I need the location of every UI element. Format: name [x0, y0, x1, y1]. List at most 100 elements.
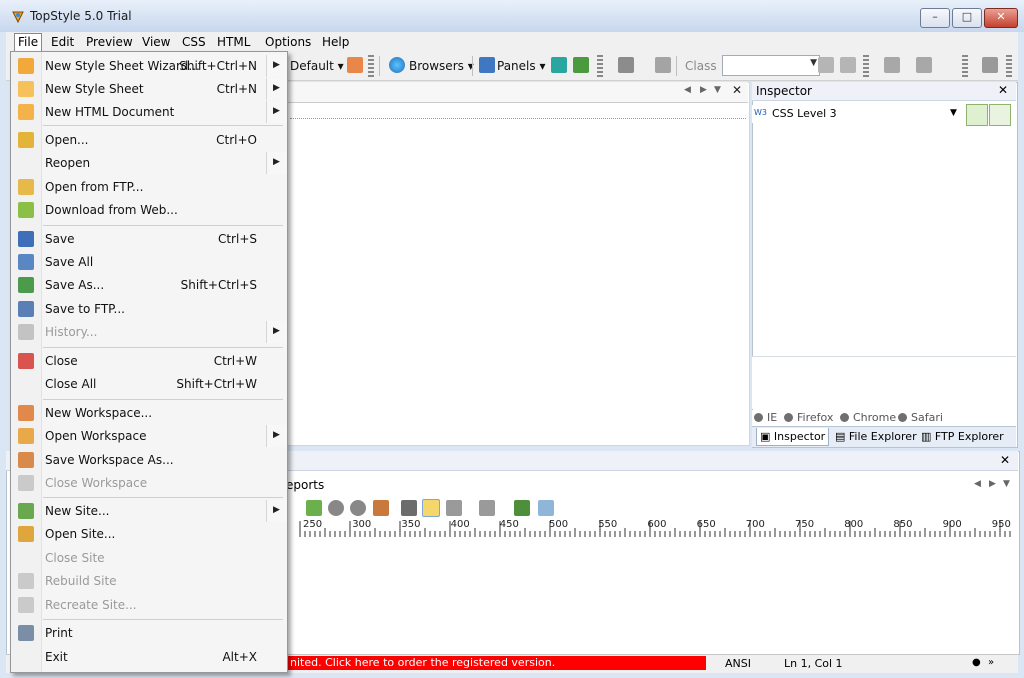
bug-icon[interactable] — [373, 500, 389, 516]
menu-item-reopen[interactable]: Reopen ▶ — [11, 152, 287, 174]
menu-separator — [43, 619, 283, 620]
menu-help[interactable]: Help — [319, 34, 352, 51]
ftp-save-icon — [18, 301, 34, 317]
submenu-arrow[interactable]: ▶ — [266, 321, 287, 343]
layout-icon[interactable] — [347, 57, 363, 73]
preview-toggle-icon[interactable] — [573, 57, 589, 73]
menu-preview[interactable]: Preview — [83, 34, 136, 51]
tab-list-icon[interactable]: ▼ — [1003, 479, 1010, 489]
form-icon[interactable] — [916, 57, 932, 73]
menu-item-new-style-sheet[interactable]: New Style Sheet Ctrl+N ▶ — [11, 78, 287, 100]
menu-item-rebuild-site[interactable]: Rebuild Site — [11, 570, 287, 592]
submenu-arrow[interactable]: ▶ — [266, 101, 287, 123]
menu-item-close-workspace[interactable]: Close Workspace — [11, 472, 287, 494]
menu-item-exit[interactable]: Exit Alt+X — [11, 646, 287, 668]
tab-scroll-right-icon[interactable]: ▶ — [989, 479, 996, 489]
brackets-icon[interactable] — [655, 57, 671, 73]
tab-file-explorer[interactable]: ▤ File Explorer — [832, 428, 920, 445]
menu-item-open-site[interactable]: Open Site... — [11, 523, 287, 545]
menu-edit[interactable]: Edit — [48, 34, 77, 51]
ruler-label: 800 — [844, 519, 864, 530]
status-more-icon[interactable]: » — [988, 657, 994, 668]
check-button[interactable] — [989, 104, 1011, 126]
menu-item-open-from-ftp[interactable]: Open from FTP... — [11, 176, 287, 198]
submenu-arrow[interactable]: ▶ — [266, 500, 287, 522]
menu-item-close-all[interactable]: Close All Shift+Ctrl+W — [11, 373, 287, 395]
menu-item-close[interactable]: Close Ctrl+W — [11, 350, 287, 372]
play-icon[interactable] — [350, 500, 366, 516]
panels-dropdown[interactable]: Panels ▾ — [497, 59, 545, 73]
view-toggle-icon[interactable] — [551, 57, 567, 73]
validate-button[interactable] — [966, 104, 988, 126]
crosshair-icon[interactable] — [422, 499, 440, 517]
menu-options[interactable]: Options — [262, 34, 314, 51]
menu-view[interactable]: View — [139, 34, 173, 51]
tab-scroll-right-icon[interactable]: ▶ — [700, 85, 707, 95]
toolbar-grip[interactable] — [962, 55, 968, 77]
submenu-arrow[interactable]: ▶ — [266, 78, 287, 100]
menu-item-open[interactable]: Open... Ctrl+O — [11, 129, 287, 151]
export-icon[interactable] — [538, 500, 554, 516]
tab-ftp-explorer[interactable]: ▥ FTP Explorer — [918, 428, 1007, 445]
close-inspector-icon[interactable]: ✕ — [998, 83, 1008, 97]
remove-class-icon[interactable] — [840, 57, 856, 73]
editor-ruler-line — [290, 118, 746, 119]
close-editor-icon[interactable]: ✕ — [732, 83, 742, 97]
sort-icon[interactable] — [479, 500, 495, 516]
bottom-tab-bar: eports ◀ ▶ ▼ — [286, 473, 1016, 495]
browsers-dropdown[interactable]: Browsers ▾ — [409, 59, 474, 73]
menu-item-save-to-ftp[interactable]: Save to FTP... — [11, 298, 287, 320]
menu-html[interactable]: HTML — [214, 34, 253, 51]
preview-icon[interactable] — [514, 500, 530, 516]
class-combo[interactable]: ▼ — [722, 55, 820, 76]
menu-item-new-workspace[interactable]: New Workspace... — [11, 402, 287, 424]
editor-pane[interactable] — [286, 82, 750, 446]
apply-class-icon[interactable] — [818, 57, 834, 73]
menu-file[interactable]: File — [14, 33, 43, 51]
toolbar-grip[interactable] — [368, 55, 374, 77]
submenu-arrow[interactable]: ▶ — [266, 152, 287, 174]
menu-item-download-from-web[interactable]: Download from Web... — [11, 199, 287, 221]
close-window-button[interactable]: ✕ — [984, 8, 1018, 28]
menu-item-close-site[interactable]: Close Site — [11, 547, 287, 569]
menu-separator — [43, 347, 283, 348]
menu-item-label: Rebuild Site — [45, 574, 117, 588]
tab-file-explorer-label: File Explorer — [848, 430, 917, 443]
toolbar-grip[interactable] — [1006, 55, 1012, 77]
add-icon[interactable] — [306, 500, 322, 516]
menu-item-open-workspace[interactable]: Open Workspace ▶ — [11, 425, 287, 447]
menu-item-history[interactable]: History... ▶ — [11, 321, 287, 343]
menu-item-new-html-document[interactable]: New HTML Document ▶ — [11, 101, 287, 123]
menu-item-save-as[interactable]: Save As... Shift+Ctrl+S — [11, 274, 287, 296]
menu-item-save-all[interactable]: Save All — [11, 251, 287, 273]
tab-list-icon[interactable]: ▼ — [714, 85, 721, 95]
submenu-arrow[interactable]: ▶ — [266, 425, 287, 447]
menu-item-recreate-site[interactable]: Recreate Site... — [11, 594, 287, 616]
wrench-icon[interactable] — [982, 57, 998, 73]
ruler-toggle-icon[interactable] — [446, 500, 462, 516]
tab-scroll-left-icon[interactable]: ◀ — [684, 85, 691, 95]
menu-item-new-style-sheet-wizard[interactable]: New Style Sheet Wizard... Shift+Ctrl+N ▶ — [11, 55, 287, 77]
stop-icon[interactable] — [328, 500, 344, 516]
trial-order-link[interactable]: nited. Click here to order the registere… — [286, 656, 706, 670]
table-icon[interactable] — [884, 57, 900, 73]
default-dropdown[interactable]: Default ▾ — [290, 59, 344, 73]
maximize-button[interactable]: □ — [952, 8, 982, 28]
menu-item-save[interactable]: Save Ctrl+S — [11, 228, 287, 250]
tab-scroll-left-icon[interactable]: ◀ — [974, 479, 981, 489]
close-bottom-panel-icon[interactable]: ✕ — [1000, 453, 1010, 467]
menu-css[interactable]: CSS — [179, 34, 209, 51]
tab-inspector[interactable]: ▣ Inspector — [756, 428, 830, 446]
toolbar-grip[interactable] — [863, 55, 869, 77]
submenu-arrow[interactable]: ▶ — [266, 55, 287, 77]
toolbar-grip[interactable] — [597, 55, 603, 77]
minimize-button[interactable]: – — [920, 8, 950, 28]
menu-item-print[interactable]: Print — [11, 622, 287, 644]
css-level-dropdown[interactable]: W3 CSS Level 3 ▼ — [752, 105, 962, 123]
tab-reports[interactable]: eports — [286, 478, 324, 492]
color-picker-icon[interactable] — [618, 57, 634, 73]
bookmark-icon[interactable] — [401, 500, 417, 516]
menu-item-save-workspace-as[interactable]: Save Workspace As... — [11, 449, 287, 471]
ruler-label: 500 — [549, 519, 569, 530]
menu-item-new-site[interactable]: New Site... ▶ — [11, 500, 287, 522]
